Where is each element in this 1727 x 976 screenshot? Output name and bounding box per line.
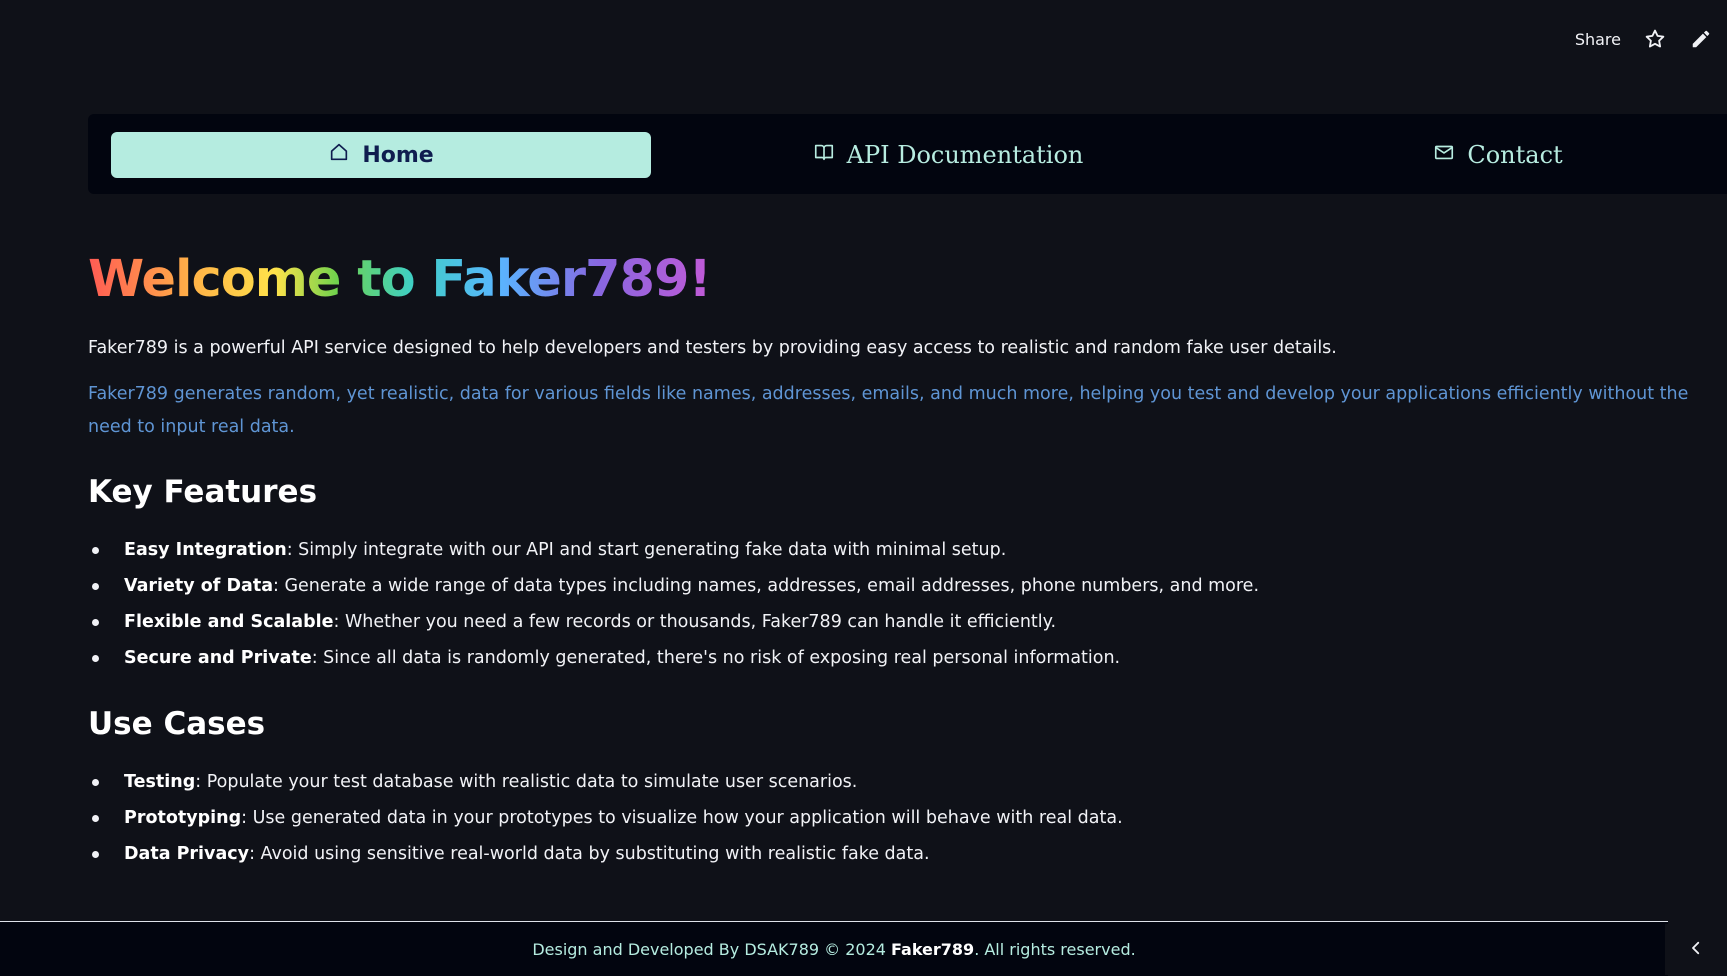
book-icon — [813, 141, 835, 169]
list-item: Variety of Data: Generate a wide range o… — [88, 568, 1708, 604]
nav-api-label: API Documentation — [846, 141, 1084, 169]
page-title: Welcome to Faker789! — [88, 240, 712, 320]
main-content: Welcome to Faker789! Faker789 is a power… — [88, 240, 1708, 872]
collapse-sidebar-button[interactable] — [1665, 924, 1727, 975]
nav-home-label: Home — [362, 142, 434, 168]
use-case-term: Testing — [124, 772, 196, 792]
list-item: Data Privacy: Avoid using sensitive real… — [88, 836, 1708, 872]
use-cases-list: Testing: Populate your test database wit… — [88, 764, 1708, 872]
use-case-text: : Avoid using sensitive real-world data … — [249, 844, 930, 864]
list-item: Prototyping: Use generated data in your … — [88, 800, 1708, 836]
nav-contact[interactable]: Contact — [1378, 132, 1618, 178]
feature-term: Easy Integration — [124, 540, 287, 560]
nav-contact-label: Contact — [1467, 141, 1563, 169]
detail-text: Faker789 generates random, yet realistic… — [88, 384, 1689, 437]
feature-text: : Since all data is randomly generated, … — [311, 648, 1121, 668]
footer-brand: Faker789 — [891, 939, 975, 959]
list-item: Secure and Private: Since all data is ra… — [88, 640, 1708, 676]
footer-suffix: . All rights reserved. — [974, 939, 1136, 959]
nav-api-documentation[interactable]: API Documentation — [788, 132, 1108, 178]
use-case-term: Prototyping — [124, 808, 242, 828]
feature-term: Variety of Data — [124, 576, 273, 596]
list-item: Testing: Populate your test database wit… — [88, 764, 1708, 800]
use-case-text: : Populate your test database with reali… — [195, 772, 858, 792]
top-toolbar: Share — [1575, 0, 1727, 78]
list-item: Flexible and Scalable: Whether you need … — [88, 604, 1708, 640]
feature-text: : Simply integrate with our API and star… — [286, 540, 1007, 560]
footer: Design and Developed By DSAK789 © 2024 F… — [0, 921, 1668, 976]
intro-text: Faker789 is a powerful API service desig… — [88, 338, 1337, 358]
use-cases-heading: Use Cases — [88, 706, 266, 742]
feature-term: Secure and Private — [124, 648, 312, 668]
footer-prefix: Design and Developed By DSAK789 © 2024 — [532, 939, 892, 959]
chevron-left-icon — [1687, 939, 1705, 961]
home-icon — [328, 141, 350, 169]
key-features-list: Easy Integration: Simply integrate with … — [88, 532, 1708, 676]
mail-icon — [1433, 141, 1455, 169]
star-icon[interactable] — [1643, 27, 1667, 51]
main-navbar: Home API Documentation Contact — [88, 114, 1727, 194]
feature-text: : Generate a wide range of data types in… — [273, 576, 1260, 596]
use-case-term: Data Privacy — [124, 844, 250, 864]
feature-term: Flexible and Scalable — [124, 612, 334, 632]
feature-text: : Whether you need a few records or thou… — [333, 612, 1057, 632]
share-button[interactable]: Share — [1575, 30, 1621, 49]
list-item: Easy Integration: Simply integrate with … — [88, 532, 1708, 568]
use-case-text: : Use generated data in your prototypes … — [241, 808, 1123, 828]
key-features-heading: Key Features — [88, 474, 318, 510]
pencil-icon[interactable] — [1689, 27, 1713, 51]
nav-home[interactable]: Home — [111, 132, 651, 178]
